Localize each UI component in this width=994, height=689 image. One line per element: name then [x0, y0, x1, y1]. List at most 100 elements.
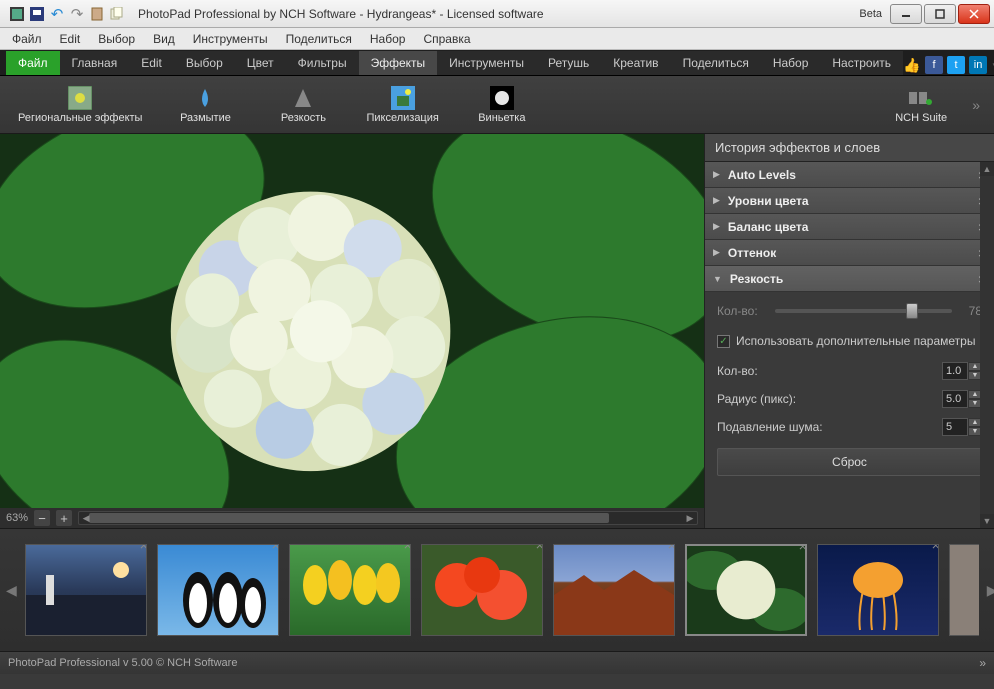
status-bar: PhotoPad Professional v 5.00 © NCH Softw… — [0, 652, 994, 674]
amount-slider-label: Кол-во: — [717, 304, 767, 318]
pixelate-button[interactable]: Пикселизация — [356, 82, 448, 128]
blur-icon — [193, 86, 217, 110]
amount-spinner[interactable]: ▲▼ — [942, 362, 982, 380]
scroll-down-icon[interactable]: ▼ — [980, 514, 994, 528]
canvas-h-scrollbar[interactable]: ◀ ▶ — [78, 511, 698, 525]
tab-filters[interactable]: Фильтры — [286, 51, 359, 75]
twitter-icon[interactable]: t — [947, 56, 965, 74]
tab-main[interactable]: Главная — [60, 51, 130, 75]
close-icon[interactable]: × — [272, 544, 279, 553]
sharpness-editor: Кол-во: 78 Использовать дополнительные п… — [705, 292, 994, 488]
advanced-checkbox-row[interactable]: Использовать дополнительные параметры — [717, 334, 982, 348]
layer-sharpness[interactable]: ▼Резкость× — [705, 266, 994, 292]
blur-button[interactable]: Размытие — [160, 82, 250, 128]
layer-color-balance[interactable]: ▶Баланс цвета× — [705, 214, 994, 240]
regional-effects-button[interactable]: Региональные эффекты — [8, 82, 152, 128]
copy-icon[interactable] — [108, 5, 126, 23]
facebook-icon[interactable]: f — [925, 56, 943, 74]
tab-effects[interactable]: Эффекты — [359, 51, 438, 75]
thumb-prev-button[interactable]: ◀ — [6, 545, 17, 635]
menu-set[interactable]: Набор — [362, 29, 414, 49]
chevron-down-icon: ▼ — [713, 274, 722, 284]
zoom-in-button[interactable]: + — [56, 510, 72, 526]
image-canvas[interactable] — [0, 134, 704, 508]
vignette-icon — [490, 86, 514, 110]
redo-icon[interactable]: ↷ — [68, 5, 86, 23]
chevron-right-icon: ▶ — [713, 169, 720, 180]
thumb-tulips[interactable]: × — [289, 544, 411, 636]
tab-set[interactable]: Набор — [761, 51, 821, 75]
minimize-button[interactable] — [890, 4, 922, 24]
scroll-up-icon[interactable]: ▲ — [980, 162, 994, 176]
menu-bar: Файл Edit Выбор Вид Инструменты Поделить… — [0, 28, 994, 50]
pixelate-icon — [391, 86, 415, 110]
status-text: PhotoPad Professional v 5.00 © NCH Softw… — [8, 657, 237, 669]
thumb-flowers[interactable]: × — [421, 544, 543, 636]
title-bar: ↶ ↷ PhotoPad Professional by NCH Softwar… — [0, 0, 994, 28]
layer-hue[interactable]: ▶Оттенок× — [705, 240, 994, 266]
close-icon[interactable]: × — [140, 544, 147, 553]
tab-retouch[interactable]: Ретушь — [536, 51, 601, 75]
tab-configure[interactable]: Настроить — [820, 51, 903, 75]
chevron-right-icon: ▶ — [713, 221, 720, 232]
noise-spinner[interactable]: ▲▼ — [942, 418, 982, 436]
close-icon[interactable]: × — [536, 544, 543, 553]
layer-auto-levels[interactable]: ▶Auto Levels× — [705, 162, 994, 188]
vignette-button[interactable]: Виньетка — [457, 82, 547, 128]
menu-selection[interactable]: Выбор — [90, 29, 143, 49]
thumb-lighthouse[interactable]: × — [25, 544, 147, 636]
layer-color-levels[interactable]: ▶Уровни цвета× — [705, 188, 994, 214]
maximize-button[interactable] — [924, 4, 956, 24]
tab-creative[interactable]: Креатив — [601, 51, 670, 75]
save-icon[interactable] — [28, 5, 46, 23]
thumb-next-button[interactable]: ▶ — [987, 545, 994, 635]
quick-access-toolbar: ↶ ↷ — [2, 5, 132, 23]
thumb-desert[interactable]: × — [553, 544, 675, 636]
tab-color[interactable]: Цвет — [235, 51, 286, 75]
canvas-status-bar: 63% − + ◀ ▶ — [0, 508, 704, 528]
tab-selection[interactable]: Выбор — [174, 51, 235, 75]
close-icon[interactable]: × — [404, 544, 411, 553]
close-button[interactable] — [958, 4, 990, 24]
advanced-checkbox-label: Использовать дополнительные параметры — [736, 334, 975, 348]
nch-suite-button[interactable]: NCH Suite — [876, 82, 966, 128]
panel-v-scrollbar[interactable]: ▲ ▼ — [980, 162, 994, 528]
menu-edit[interactable]: Edit — [52, 29, 89, 49]
amount-slider[interactable] — [775, 309, 952, 313]
thumb-penguins[interactable]: × — [157, 544, 279, 636]
sharpen-button[interactable]: Резкость — [258, 82, 348, 128]
sharpen-icon — [291, 86, 315, 110]
menu-file[interactable]: Файл — [4, 29, 50, 49]
thumb-hydrangea[interactable]: × — [685, 544, 807, 636]
thumb-jellyfish[interactable]: × — [817, 544, 939, 636]
radius-spinner[interactable]: ▲▼ — [942, 390, 982, 408]
thumb-koala[interactable] — [949, 544, 979, 636]
linkedin-icon[interactable]: in — [969, 56, 987, 74]
slider-thumb[interactable] — [906, 303, 918, 319]
status-overflow[interactable]: » — [979, 656, 986, 670]
close-icon[interactable]: × — [668, 544, 675, 553]
close-icon[interactable]: × — [799, 544, 807, 554]
undo-icon[interactable]: ↶ — [48, 5, 66, 23]
close-icon[interactable]: × — [932, 544, 939, 553]
menu-view[interactable]: Вид — [145, 29, 183, 49]
tab-edit[interactable]: Edit — [129, 51, 174, 75]
tab-share[interactable]: Поделиться — [671, 51, 761, 75]
advanced-checkbox[interactable] — [717, 335, 730, 348]
paste-icon[interactable] — [88, 5, 106, 23]
scroll-left-icon[interactable]: ◀ — [79, 512, 93, 524]
tab-tools[interactable]: Инструменты — [437, 51, 536, 75]
scroll-right-icon[interactable]: ▶ — [683, 512, 697, 524]
menu-tools[interactable]: Инструменты — [185, 29, 276, 49]
app-icon[interactable] — [8, 5, 26, 23]
chevron-right-icon: ▶ — [713, 195, 720, 206]
menu-share[interactable]: Поделиться — [278, 29, 360, 49]
menu-help[interactable]: Справка — [415, 29, 478, 49]
amount-slider-value: 78 — [960, 304, 982, 318]
zoom-out-button[interactable]: − — [34, 510, 50, 526]
like-icon[interactable]: 👍 — [903, 56, 921, 74]
scroll-thumb[interactable] — [89, 513, 609, 523]
ribbon-overflow[interactable]: » — [966, 97, 986, 113]
tab-file[interactable]: Файл — [6, 51, 60, 75]
reset-button[interactable]: Сброс — [717, 448, 982, 476]
